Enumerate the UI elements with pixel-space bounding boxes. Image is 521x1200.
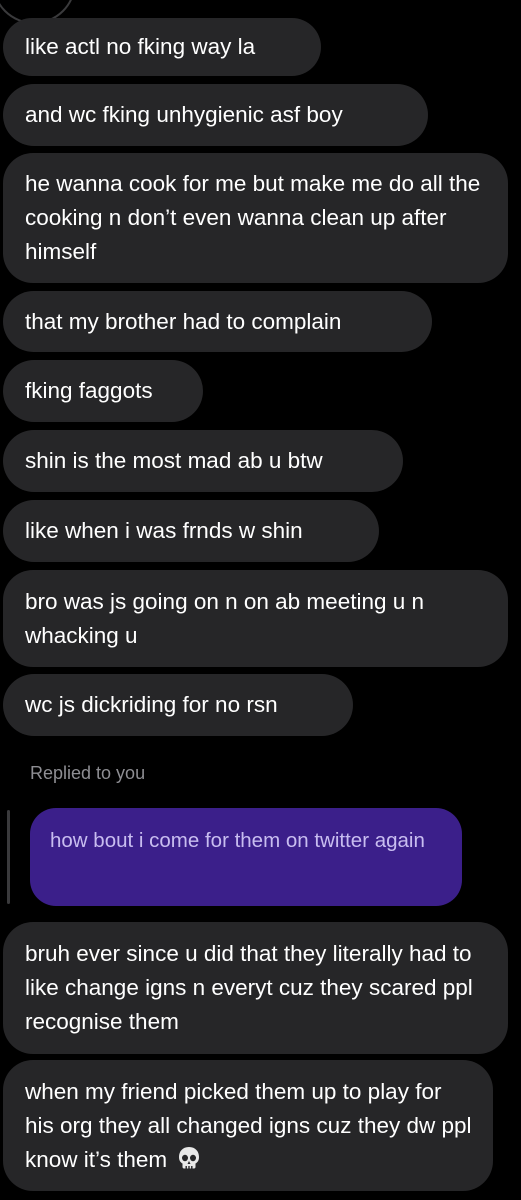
replied-to-label: Replied to you: [30, 763, 146, 783]
message-text: shin is the most mad ab u btw: [25, 448, 323, 473]
message-bubble[interactable]: bruh ever since u did that they literall…: [3, 922, 508, 1054]
message-bubble[interactable]: he wanna cook for me but make me do all …: [3, 153, 508, 283]
message-bubble[interactable]: shin is the most mad ab u btw: [3, 430, 403, 492]
quoted-message-text: how bout i come for them on twitter agai…: [50, 829, 425, 852]
message-text: like actl no fking way la: [25, 34, 256, 59]
message-bubble[interactable]: fking faggots: [3, 360, 203, 422]
message-bubble[interactable]: bro was js going on n on ab meeting u n …: [3, 570, 508, 667]
quoted-message[interactable]: how bout i come for them on twitter agai…: [30, 808, 462, 906]
message-text: and wc fking unhygienic asf boy: [25, 102, 343, 127]
message-bubble[interactable]: wc js dickriding for no rsn: [3, 674, 353, 736]
message-text: bruh ever since u did that they literall…: [25, 941, 473, 1034]
message-bubble[interactable]: when my friend picked them up to play fo…: [3, 1060, 493, 1191]
reply-indicator-bar: [7, 810, 10, 904]
message-text: bro was js going on n on ab meeting u n …: [25, 588, 425, 648]
message-text: when my friend picked them up to play fo…: [25, 1078, 472, 1172]
message-text: like when i was frnds w shin: [25, 518, 303, 543]
message-text: that my brother had to complain: [25, 308, 342, 334]
message-text: he wanna cook for me but make me do all …: [25, 171, 481, 264]
message-bubble[interactable]: like actl no fking way la: [3, 18, 321, 76]
message-bubble[interactable]: and wc fking unhygienic asf boy: [3, 84, 428, 146]
message-text: fking faggots: [25, 378, 153, 403]
message-bubble[interactable]: like when i was frnds w shin: [3, 500, 379, 562]
message-text: wc js dickriding for no rsn: [25, 692, 278, 717]
message-content: when my friend picked them up to play fo…: [25, 1075, 473, 1177]
skull-icon: [177, 1146, 201, 1172]
message-bubble[interactable]: that my brother had to complain: [3, 291, 432, 352]
